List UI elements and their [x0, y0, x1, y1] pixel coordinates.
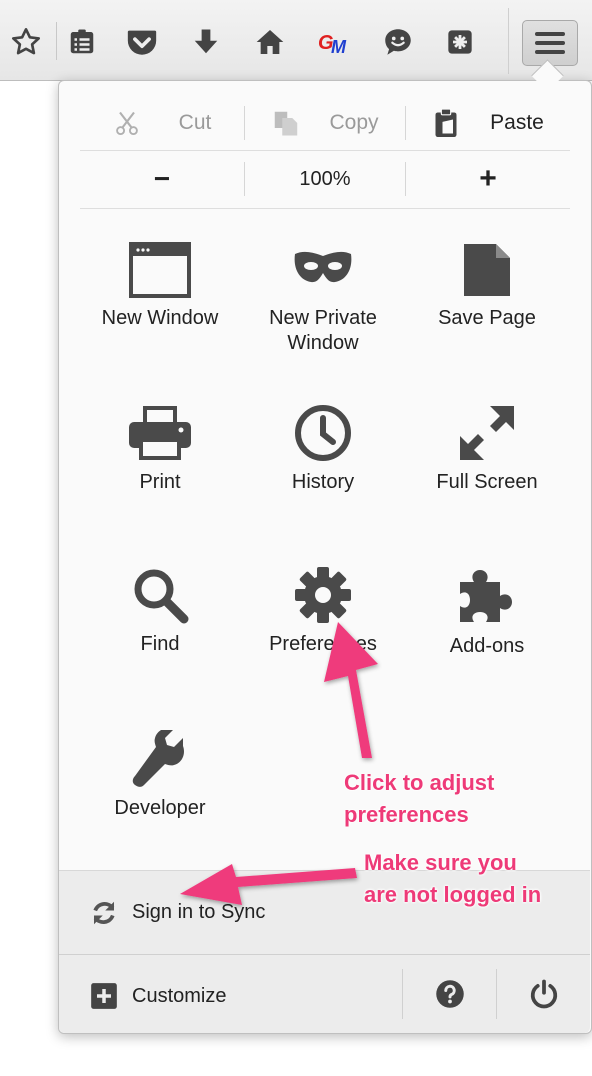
new-private-window-label-line2: Window: [287, 332, 359, 354]
new-window-button[interactable]: New Window: [78, 242, 242, 331]
save-page-button[interactable]: Save Page: [405, 242, 569, 331]
power-icon: [530, 979, 557, 1009]
customize-button[interactable]: Customize: [59, 955, 402, 1033]
quit-button[interactable]: [497, 955, 590, 1033]
home-icon[interactable]: [250, 22, 290, 62]
help-icon: [435, 980, 464, 1008]
paste-icon: [435, 108, 457, 137]
cut-label: Cut: [178, 111, 212, 134]
annotation-sync-line1: Make sure you: [364, 850, 517, 875]
print-button[interactable]: Print: [78, 404, 242, 495]
menu-icon: [535, 32, 565, 54]
addons-button[interactable]: Add-ons: [405, 566, 569, 659]
find-label: Find: [140, 633, 180, 655]
toolbar-separator: [508, 8, 509, 74]
copy-label: Copy: [329, 111, 379, 134]
annotation-sync: Make sure you are not logged in: [364, 847, 541, 911]
preferences-button[interactable]: Preferences: [241, 566, 405, 657]
gm-extension-icon[interactable]: GM: [314, 22, 354, 62]
sync-icon: [93, 901, 115, 925]
full-screen-icon: [460, 406, 514, 460]
help-button[interactable]: [403, 955, 496, 1033]
paste-label: Paste: [490, 111, 544, 134]
browser-toolbar: GM: [0, 0, 592, 81]
edit-controls: Cut Copy Paste: [80, 96, 570, 151]
zoom-level: 100%: [299, 167, 351, 190]
search-icon: [134, 569, 189, 624]
new-window-icon: [129, 242, 191, 298]
scissors-icon: [115, 111, 138, 136]
svg-text:M: M: [331, 37, 347, 57]
history-button[interactable]: History: [241, 404, 405, 495]
copy-icon: [275, 111, 298, 136]
private-mask-icon: [294, 251, 352, 283]
chat-icon[interactable]: [378, 22, 418, 62]
wrench-icon: [132, 730, 184, 787]
zoom-reset-button[interactable]: 100%: [245, 150, 405, 208]
annotation-sync-line2: are not logged in: [364, 882, 542, 907]
printer-icon: [129, 406, 191, 460]
annotation-preferences: Click to adjust preferences: [344, 767, 494, 831]
new-private-window-button[interactable]: New Private Window: [241, 242, 405, 356]
puzzle-box-icon[interactable]: [440, 22, 480, 62]
print-label: Print: [139, 471, 181, 493]
reading-list-icon[interactable]: [62, 22, 102, 62]
puzzle-piece-icon: [460, 570, 512, 622]
copy-button[interactable]: Copy: [245, 96, 405, 150]
zoom-out-label: −: [153, 163, 171, 194]
sync-label: Sign in to Sync: [132, 901, 266, 923]
annotation-preferences-line1: Click to adjust: [344, 770, 495, 795]
save-page-label: Save Page: [438, 307, 536, 329]
annotation-preferences-line2: preferences: [344, 802, 469, 827]
full-screen-label: Full Screen: [436, 471, 538, 493]
plus-box-icon: [91, 983, 117, 1009]
customize-label: Customize: [132, 985, 227, 1007]
bottom-bar: Customize: [59, 954, 590, 1033]
toolbar-separator: [56, 22, 57, 60]
new-window-label: New Window: [101, 307, 219, 329]
download-icon[interactable]: [186, 22, 226, 62]
zoom-in-button[interactable]: +: [406, 150, 570, 208]
save-page-icon: [464, 244, 510, 296]
zoom-out-button[interactable]: −: [80, 150, 244, 208]
menu-button[interactable]: [522, 20, 578, 66]
zoom-in-label: +: [479, 162, 497, 195]
history-clock-icon: [295, 405, 351, 461]
new-private-window-label-line1: New Private: [269, 307, 377, 329]
developer-label: Developer: [114, 797, 206, 819]
addons-label: Add-ons: [449, 635, 525, 657]
preferences-label: Preferences: [269, 633, 377, 655]
paste-button[interactable]: Paste: [406, 96, 570, 150]
history-label: History: [291, 471, 355, 493]
cut-button[interactable]: Cut: [80, 96, 244, 150]
find-button[interactable]: Find: [78, 566, 242, 657]
gear-icon: [295, 567, 351, 623]
pocket-icon[interactable]: [122, 22, 162, 62]
bookmark-star-icon[interactable]: [6, 22, 46, 62]
full-screen-button[interactable]: Full Screen: [405, 404, 569, 495]
developer-button[interactable]: Developer: [78, 730, 242, 821]
zoom-controls: − 100% +: [80, 150, 570, 209]
